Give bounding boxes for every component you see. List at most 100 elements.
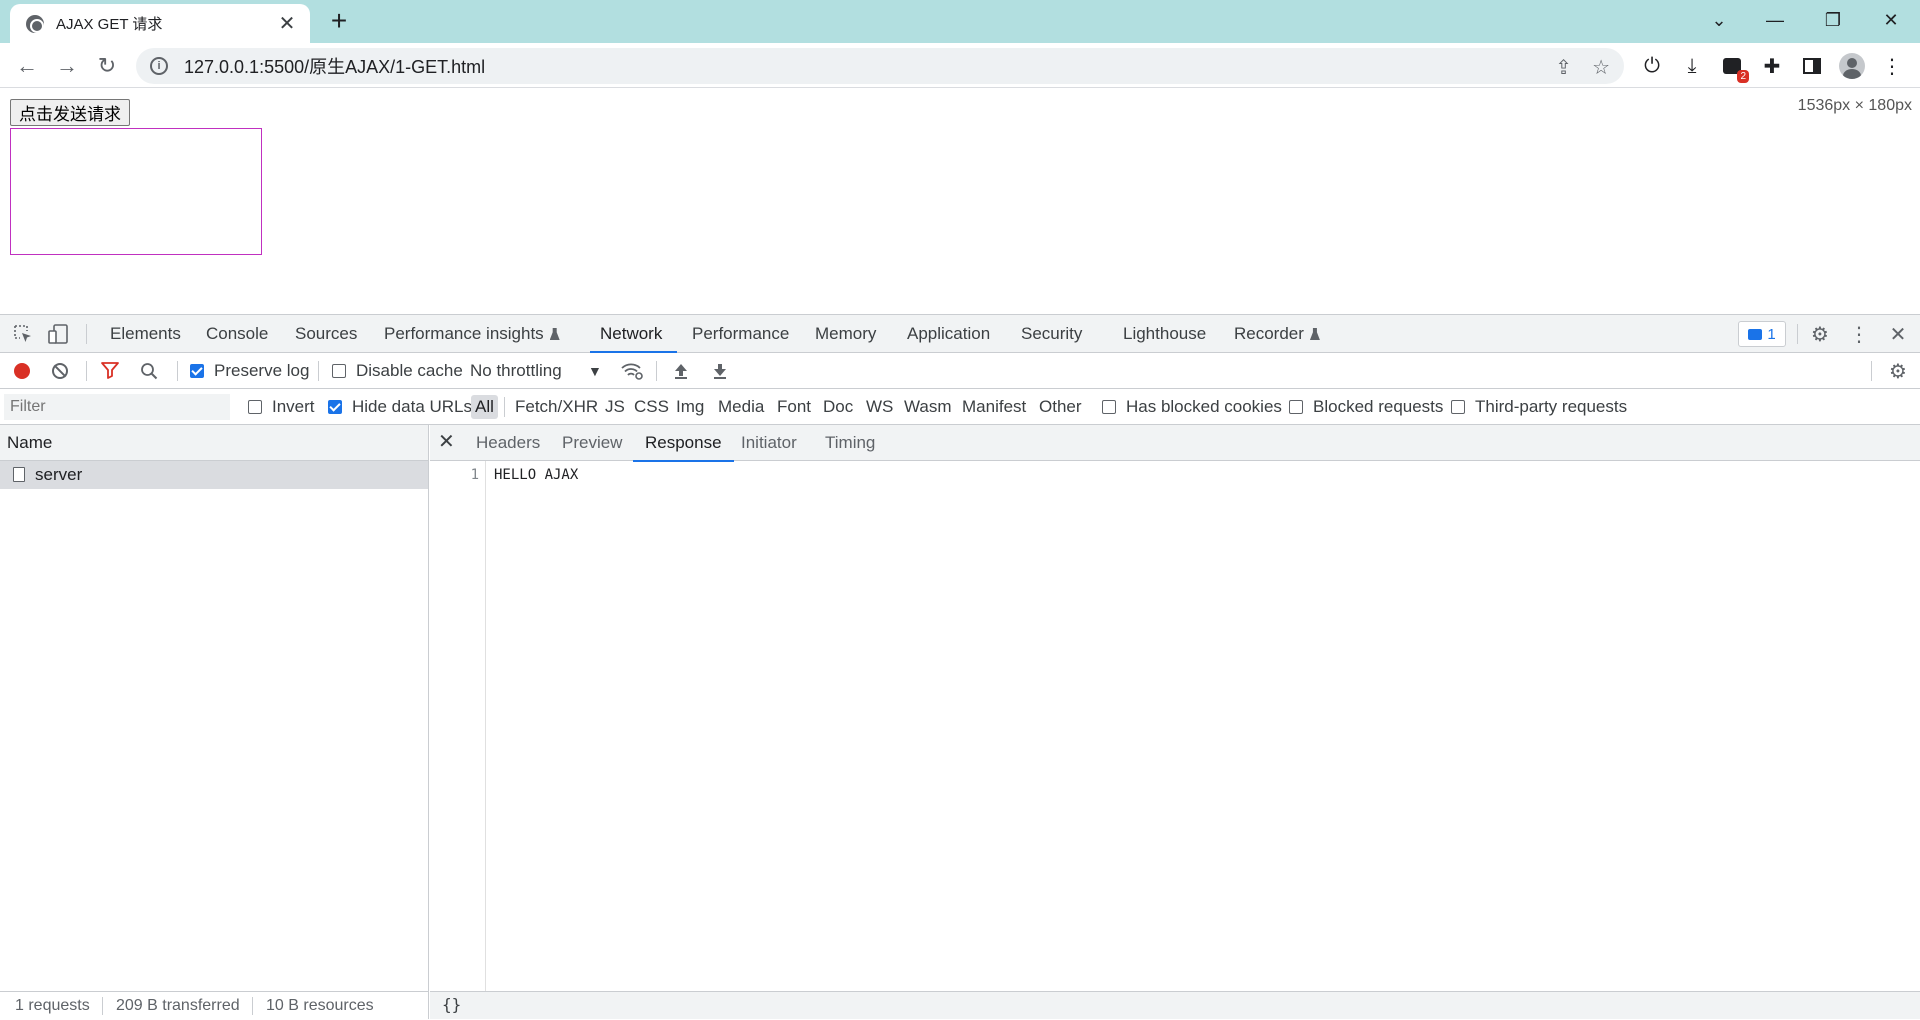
- inspect-element-icon[interactable]: [10, 321, 36, 347]
- tab-initiator[interactable]: Initiator: [741, 425, 797, 461]
- invert-checkbox[interactable]: [248, 400, 262, 414]
- side-panel-icon[interactable]: [1799, 53, 1825, 79]
- share-icon[interactable]: ⇪: [1555, 55, 1572, 80]
- third-party-requests-checkbox[interactable]: [1451, 400, 1465, 414]
- tab-elements[interactable]: Elements: [110, 315, 181, 353]
- disable-cache-checkbox[interactable]: [332, 364, 346, 378]
- close-detail-icon[interactable]: ✕: [438, 425, 455, 459]
- window-close-button[interactable]: ✕: [1862, 0, 1920, 40]
- tab-performance[interactable]: Performance: [692, 315, 789, 353]
- settings-gear-icon[interactable]: ⚙: [1807, 321, 1833, 347]
- pretty-print-button[interactable]: {}: [442, 995, 461, 1014]
- line-number: 1: [470, 467, 479, 483]
- network-conditions-icon[interactable]: [619, 358, 645, 384]
- type-filter-all[interactable]: All: [471, 395, 498, 419]
- experimental-flask-icon: [1309, 328, 1320, 340]
- devtools-menu-icon[interactable]: ⋮: [1846, 321, 1872, 347]
- issues-chat-icon: [1748, 328, 1763, 340]
- tab-security[interactable]: Security: [1021, 315, 1082, 353]
- hide-data-urls-checkbox[interactable]: [328, 400, 342, 414]
- tab-headers[interactable]: Headers: [476, 425, 540, 461]
- line-number-gutter: 1: [430, 461, 486, 991]
- download-icon[interactable]: ⤓: [1679, 53, 1705, 79]
- tab-timing[interactable]: Timing: [825, 425, 875, 461]
- search-icon[interactable]: [136, 358, 162, 384]
- tab-performance-insights[interactable]: Performance insights: [384, 315, 560, 353]
- throttling-dropdown-icon[interactable]: ▼: [588, 353, 602, 389]
- type-filter-manifest[interactable]: Manifest: [958, 395, 1030, 419]
- tab-memory[interactable]: Memory: [815, 315, 876, 353]
- throttling-select[interactable]: No throttling: [470, 353, 562, 389]
- export-har-icon[interactable]: [707, 358, 733, 384]
- tab-lighthouse[interactable]: Lighthouse: [1123, 315, 1206, 353]
- issues-counter-button[interactable]: 1: [1738, 321, 1786, 347]
- type-filter-wasm[interactable]: Wasm: [900, 395, 956, 419]
- tab-response[interactable]: Response: [633, 425, 734, 462]
- clear-icon[interactable]: [52, 363, 68, 379]
- invert-label: Invert: [272, 397, 315, 416]
- filter-input[interactable]: [4, 394, 230, 420]
- has-blocked-cookies-label: Has blocked cookies: [1126, 397, 1282, 416]
- back-button[interactable]: ←: [10, 49, 44, 83]
- hide-data-urls-label: Hide data URLs: [352, 397, 473, 416]
- tab-console[interactable]: Console: [206, 315, 268, 353]
- tab-close-icon[interactable]: ✕: [276, 11, 298, 36]
- name-column-header[interactable]: Name: [0, 425, 428, 461]
- tab-title: AJAX GET 请求: [56, 16, 163, 33]
- type-filter-img[interactable]: Img: [672, 395, 708, 419]
- menu-kebab-icon[interactable]: ⋮: [1879, 53, 1905, 79]
- device-toolbar-icon[interactable]: [46, 321, 72, 347]
- tab-sources[interactable]: Sources: [295, 315, 357, 353]
- detail-tab-bar: ✕ Headers Preview Response Initiator Tim…: [430, 425, 1920, 462]
- type-filter-other[interactable]: Other: [1035, 395, 1086, 419]
- minimize-button[interactable]: —: [1746, 0, 1804, 40]
- site-info-icon[interactable]: i: [150, 57, 168, 75]
- address-bar[interactable]: i 127.0.0.1:5500/原生AJAX/1-GET.html ⇪ ☆: [136, 48, 1624, 84]
- url-text[interactable]: 127.0.0.1:5500/原生AJAX/1-GET.html: [184, 53, 485, 79]
- divider: [1797, 324, 1798, 344]
- tab-search-icon[interactable]: ⌄: [1690, 0, 1748, 40]
- browser-toolbar: ← → ↻ i 127.0.0.1:5500/原生AJAX/1-GET.html…: [0, 43, 1920, 88]
- type-filter-js[interactable]: JS: [601, 395, 629, 419]
- restore-button[interactable]: ❐: [1804, 0, 1862, 40]
- bookmark-star-icon[interactable]: ☆: [1592, 55, 1610, 80]
- divider: [318, 361, 319, 381]
- has-blocked-cookies-checkbox[interactable]: [1102, 400, 1116, 414]
- tab-application[interactable]: Application: [907, 315, 990, 353]
- divider: [504, 397, 505, 417]
- type-filter-doc[interactable]: Doc: [819, 395, 857, 419]
- preserve-log-checkbox[interactable]: [190, 364, 204, 378]
- blocked-requests-checkbox[interactable]: [1289, 400, 1303, 414]
- request-name: server: [35, 465, 83, 484]
- close-devtools-icon[interactable]: ✕: [1885, 321, 1911, 347]
- tab-network[interactable]: Network: [589, 315, 678, 353]
- type-filter-ws[interactable]: WS: [862, 395, 897, 419]
- forward-button[interactable]: →: [50, 49, 84, 83]
- type-filter-fetch-xhr[interactable]: Fetch/XHR: [511, 395, 602, 419]
- extension-badge-count: 2: [1737, 70, 1749, 83]
- new-tab-button[interactable]: +: [324, 6, 354, 36]
- response-footer-bar: {}: [430, 991, 1920, 1019]
- table-row[interactable]: server: [0, 461, 428, 489]
- tab-recorder[interactable]: Recorder: [1234, 315, 1320, 353]
- extension-badge-icon[interactable]: 2: [1719, 53, 1749, 83]
- network-toolbar: Preserve log Disable cache No throttling…: [0, 353, 1920, 389]
- tab-preview[interactable]: Preview: [562, 425, 622, 461]
- divider: [252, 997, 253, 1015]
- browser-tab[interactable]: AJAX GET 请求 ✕: [10, 4, 310, 43]
- response-body[interactable]: HELLO AJAX: [494, 467, 578, 483]
- preserve-log-label: Preserve log: [214, 361, 310, 380]
- type-filter-media[interactable]: Media: [714, 395, 768, 419]
- send-request-button[interactable]: 点击发送请求: [10, 99, 130, 126]
- profile-avatar[interactable]: [1839, 53, 1865, 79]
- puzzle-extensions-icon[interactable]: ✚: [1759, 53, 1785, 79]
- request-list-pane: Name server 1 requests 209 B transferred…: [0, 425, 429, 1019]
- power-icon[interactable]: ⏻: [1639, 53, 1665, 79]
- import-har-icon[interactable]: [668, 358, 694, 384]
- network-settings-gear-icon[interactable]: ⚙: [1885, 358, 1911, 384]
- record-icon[interactable]: [14, 363, 30, 379]
- reload-button[interactable]: ↻: [90, 49, 124, 83]
- type-filter-font[interactable]: Font: [773, 395, 815, 419]
- type-filter-css[interactable]: CSS: [630, 395, 673, 419]
- filter-funnel-icon[interactable]: [100, 360, 120, 386]
